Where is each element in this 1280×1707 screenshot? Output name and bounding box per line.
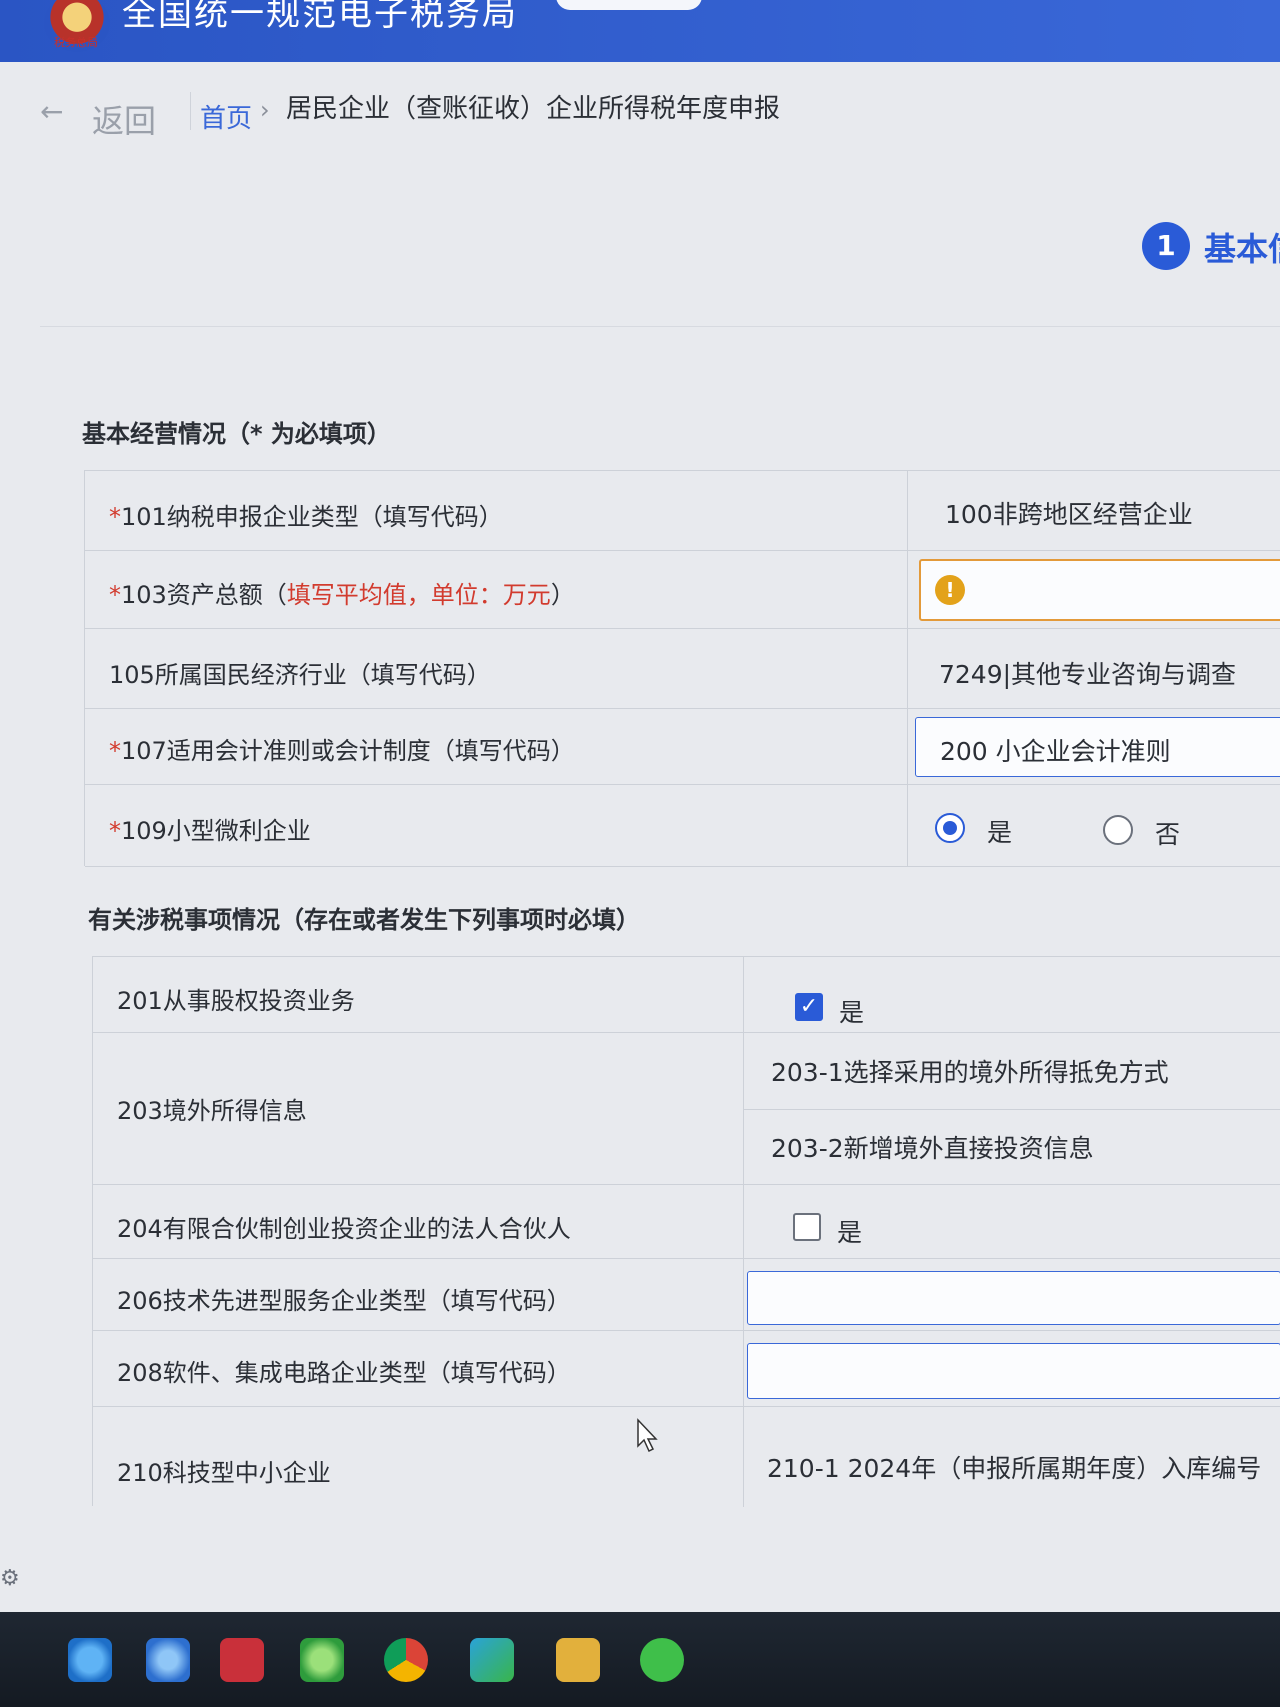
field-label-105: 105所属国民经济行业（填写代码）: [109, 661, 491, 689]
table-row: *107适用会计准则或会计制度（填写代码） 200 小企业会计准则: [85, 709, 1280, 785]
foreign-direct-investment-link[interactable]: 203-2新增境外直接投资信息: [771, 1129, 1094, 1165]
header-search-box[interactable]: [556, 0, 702, 10]
section-title-tax: 有关涉税事项情况（存在或者发生下列事项时必填）: [88, 906, 640, 934]
browser-icon[interactable]: [146, 1638, 190, 1682]
table-row: 210科技型中小企业 210-1 2024年（申报所属期年度）入库编号: [93, 1407, 1280, 1507]
field-label-109: *109小型微利企业: [109, 817, 311, 845]
field-label-210: 210科技型中小企业: [117, 1459, 331, 1487]
field-label-107: *107适用会计准则或会计制度（填写代码）: [109, 737, 575, 765]
table-row: *103资产总额（填写平均值，单位：万元） !: [85, 551, 1280, 629]
field-label-101: *101纳税申报企业类型（填写代码）: [109, 503, 503, 531]
software-ic-type-input[interactable]: [747, 1343, 1280, 1399]
equity-investment-checkbox[interactable]: ✓: [795, 993, 823, 1021]
section-title-basic: 基本经营情况（* 为必填项）: [82, 420, 391, 448]
back-link[interactable]: 返回: [92, 96, 156, 142]
wps-office-icon[interactable]: [220, 1638, 264, 1682]
breadcrumb: ← 返回 首页 › 居民企业（查账征收）企业所得税年度申报: [40, 86, 1280, 140]
checkbox-label-yes: 是: [837, 1218, 863, 1247]
field-label-208: 208软件、集成电路企业类型（填写代码）: [117, 1359, 571, 1387]
green-browser-icon[interactable]: [300, 1638, 344, 1682]
sub-row-divider: [743, 1109, 1280, 1110]
advanced-service-type-input[interactable]: [747, 1271, 1280, 1325]
ie-browser-icon[interactable]: [68, 1638, 112, 1682]
radio-label-yes: 是: [987, 818, 1013, 847]
logo-caption: 税务总局: [54, 36, 98, 49]
small-enterprise-no-radio[interactable]: [1103, 815, 1133, 845]
small-enterprise-yes-radio[interactable]: [935, 813, 965, 843]
table-row: 105所属国民经济行业（填写代码） 7249|其他专业咨询与调查: [85, 629, 1280, 709]
radio-label-no: 否: [1155, 820, 1181, 849]
tech-sme-registration-label: 210-1 2024年（申报所属期年度）入库编号: [767, 1454, 1262, 1483]
warning-icon: !: [935, 575, 965, 605]
foreign-income-credit-method-link[interactable]: 203-1选择采用的境外所得抵免方式: [771, 1053, 1169, 1089]
venture-partner-checkbox[interactable]: [793, 1213, 821, 1241]
accounting-standard-value: 200 小企业会计准则: [940, 737, 1171, 766]
field-label-204: 204有限合伙制创业投资企业的法人合伙人: [117, 1215, 571, 1243]
table-row: 208软件、集成电路企业类型（填写代码）: [93, 1331, 1280, 1407]
tax-matters-table: 201从事股权投资业务 ✓ 是 203境外所得信息 203-1选择采用的境外所得…: [92, 956, 1280, 1507]
basic-info-table: *101纳税申报企业类型（填写代码） 100非跨地区经营企业 *103资产总额（…: [84, 470, 1280, 867]
taskbar: [0, 1612, 1280, 1707]
folder-icon[interactable]: [556, 1638, 600, 1682]
field-label-203: 203境外所得信息: [117, 1097, 307, 1125]
breadcrumb-current: 居民企业（查账征收）企业所得税年度申报: [286, 94, 781, 124]
wechat-icon[interactable]: [640, 1638, 684, 1682]
checkbox-label-yes: 是: [839, 998, 865, 1027]
table-row: 203境外所得信息 203-1选择采用的境外所得抵免方式 203-2新增境外直接…: [93, 1033, 1280, 1185]
step-label: 基本信息: [1204, 230, 1280, 268]
step-number-badge: 1: [1142, 222, 1190, 270]
table-row: 204有限合伙制创业投资企业的法人合伙人 是: [93, 1185, 1280, 1259]
enterprise-type-value: 100非跨地区经营企业: [945, 500, 1193, 529]
gear-icon[interactable]: ⚙: [0, 1566, 20, 1591]
chevron-right-icon: ›: [260, 96, 270, 124]
breadcrumb-divider: [190, 92, 191, 130]
app-icon[interactable]: [470, 1638, 514, 1682]
arrow-left-icon[interactable]: ←: [40, 98, 72, 126]
breadcrumb-home-link[interactable]: 首页: [200, 98, 252, 135]
table-row: 201从事股权投资业务 ✓ 是: [93, 957, 1280, 1033]
industry-value: 7249|其他专业咨询与调查: [939, 660, 1237, 689]
table-row: 206技术先进型服务企业类型（填写代码）: [93, 1259, 1280, 1331]
mouse-cursor-icon: [637, 1418, 658, 1453]
total-assets-input[interactable]: !: [919, 559, 1280, 621]
chrome-icon[interactable]: [384, 1638, 428, 1682]
divider: [40, 326, 1280, 327]
field-label-206: 206技术先进型服务企业类型（填写代码）: [117, 1287, 571, 1315]
site-title: 全国统一规范电子税务局: [122, 0, 518, 34]
field-label-201: 201从事股权投资业务: [117, 987, 355, 1015]
table-row: *109小型微利企业 是 否: [85, 785, 1280, 867]
accounting-standard-select[interactable]: 200 小企业会计准则: [915, 717, 1280, 777]
field-label-103: *103资产总额（填写平均值，单位：万元）: [109, 581, 575, 609]
table-row: *101纳税申报企业类型（填写代码） 100非跨地区经营企业: [85, 471, 1280, 551]
top-header: 税务总局 全国统一规范电子税务局: [0, 0, 1280, 62]
